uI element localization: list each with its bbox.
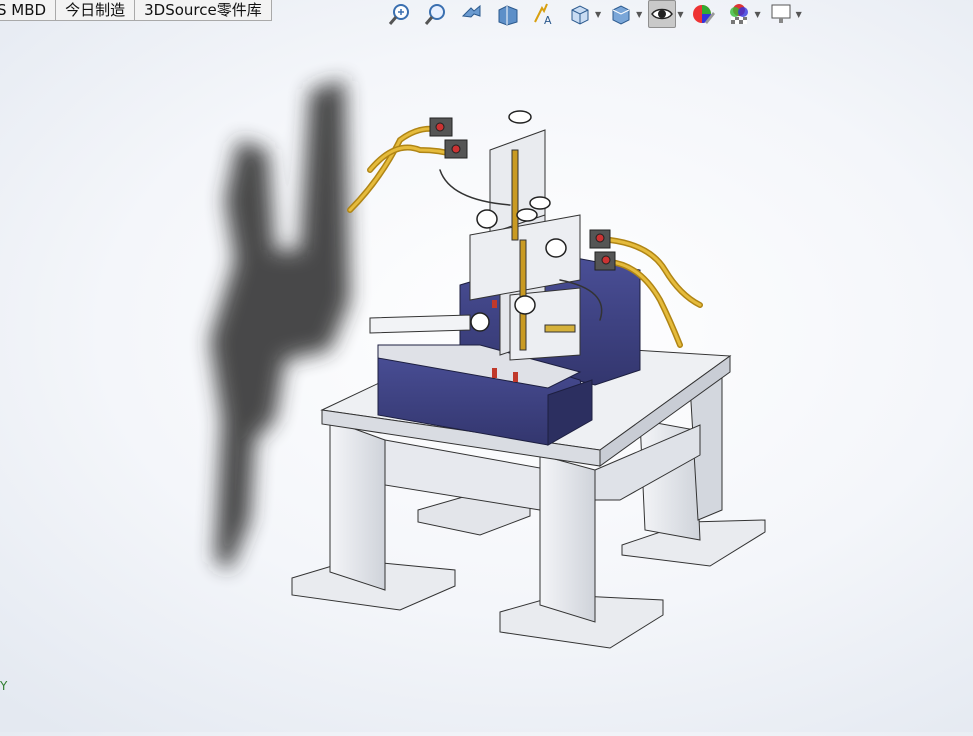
dynamic-annotation-button[interactable]: A	[530, 0, 558, 28]
view-orientation-icon	[571, 5, 589, 25]
view-settings-button[interactable]	[767, 0, 795, 28]
chevron-down-icon[interactable]: ▼	[677, 10, 683, 19]
graphics-area[interactable]: Y	[0, 28, 973, 732]
tab-3dsource[interactable]: 3DSource零件库	[134, 0, 272, 21]
chevron-down-icon[interactable]: ▼	[595, 10, 601, 19]
section-view-icon	[498, 5, 518, 26]
chevron-down-icon[interactable]: ▼	[754, 10, 760, 19]
section-view-button[interactable]	[494, 0, 522, 28]
zoom-to-fit-button[interactable]	[386, 0, 414, 28]
apply-scene-icon	[730, 4, 749, 24]
chevron-down-icon[interactable]: ▼	[796, 10, 802, 19]
tab-jinri-zhizao[interactable]: 今日制造	[55, 0, 136, 21]
tab-smbd[interactable]: S MBD	[0, 0, 57, 21]
view-orientation-button[interactable]	[566, 0, 594, 28]
apply-scene-button[interactable]	[725, 0, 753, 28]
dynamic-annotation-icon: A	[534, 3, 552, 26]
zoom-to-fit-icon	[388, 4, 409, 25]
view-settings-icon	[771, 4, 791, 23]
edit-appearance-button[interactable]	[689, 0, 717, 28]
zoom-area-icon	[424, 4, 445, 25]
hide-show-items-button[interactable]	[648, 0, 677, 28]
previous-view-icon	[461, 4, 481, 18]
display-style-button[interactable]	[607, 0, 635, 28]
tab-bar: S MBD 今日制造 3DSource零件库	[0, 0, 272, 22]
model-shadow	[210, 80, 350, 570]
heads-up-view-toolbar: A ▼ ▼ ▼ ▼ ▼	[386, 0, 808, 28]
model-canvas[interactable]	[0, 28, 973, 732]
previous-view-button[interactable]	[458, 0, 486, 28]
svg-text:A: A	[544, 14, 552, 26]
triad-axis-label: Y	[0, 679, 8, 693]
zoom-area-button[interactable]	[422, 0, 450, 28]
display-style-icon	[612, 5, 630, 25]
hide-show-items-icon	[651, 8, 674, 20]
chevron-down-icon[interactable]: ▼	[636, 10, 642, 19]
edit-appearance-icon	[693, 5, 716, 24]
